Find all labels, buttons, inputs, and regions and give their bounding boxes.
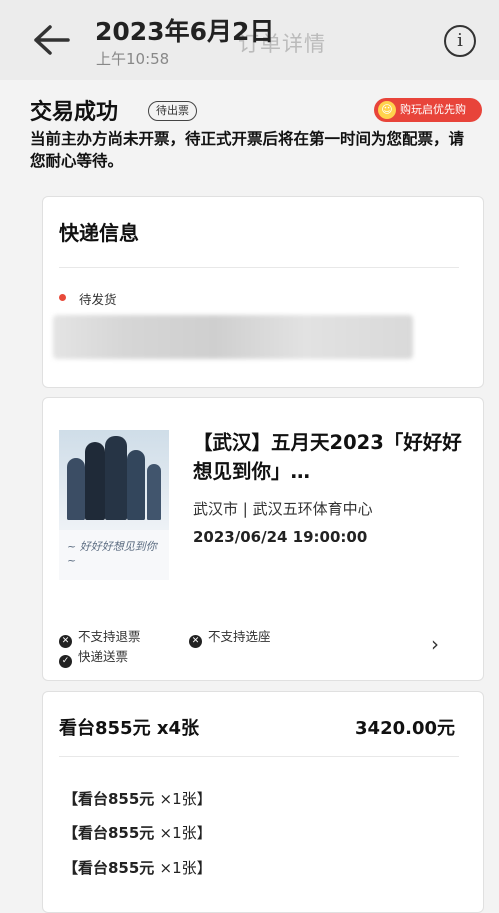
ticket-item: 【看台855元 ×1张】 [63, 790, 212, 808]
event-venue: 武汉市 | 武汉五环体育中心 [193, 500, 373, 518]
timestamp: 上午10:58 [96, 50, 170, 68]
ticket-item: 【看台855元 ×1张】 [63, 859, 212, 877]
event-poster: ~ 好好好想见到你 ~ [59, 430, 169, 580]
page-title: 2023年6月2日 [95, 17, 275, 46]
mascot-icon: ☺ [378, 101, 396, 119]
order-total: 3420.00元 [355, 718, 455, 739]
tag-no-seat-choice: ✕ 不支持选座 [189, 626, 271, 648]
tag-express-delivery: ✓ 快递送票 [59, 646, 128, 668]
event-title: 【武汉】五月天2023「好好好想见到你」… [193, 431, 462, 483]
promo-label: 购玩启优先购 [400, 103, 466, 116]
top-bar: 订单详情 2023年6月2日 上午10:58 i [0, 0, 499, 80]
check-circle-icon: ✓ [59, 655, 72, 668]
redacted-address [53, 315, 413, 359]
divider [59, 267, 459, 268]
status-notice: 当前主办方尚未开票，待正式开票后将在第一时间为您配票，请您耐心等待。 [30, 130, 465, 170]
status-badge: 待出票 [148, 101, 197, 121]
delivery-card: 快递信息 待发货 [42, 196, 484, 388]
event-datetime: 2023/06/24 19:00:00 [193, 528, 368, 546]
status-dot [59, 294, 66, 301]
promo-button[interactable]: ☺ 购玩启优先购 [374, 98, 482, 122]
chevron-right-icon[interactable]: › [431, 632, 439, 656]
x-circle-icon: ✕ [189, 635, 202, 648]
seat-summary: 看台855元 x4张 [59, 718, 199, 739]
divider [59, 756, 459, 757]
event-card[interactable]: ~ 好好好想见到你 ~ 【武汉】五月天2023「好好好想见到你」… 武汉市 | … [42, 397, 484, 681]
order-card: 看台855元 x4张 3420.00元 【看台855元 ×1张】 【看台855元… [42, 691, 484, 913]
tag-no-refund: ✕ 不支持退票 [59, 626, 141, 648]
info-icon[interactable]: i [444, 25, 476, 57]
shipping-status: 待发货 [79, 292, 117, 307]
ticket-item: 【看台855元 ×1张】 [63, 824, 212, 842]
delivery-title: 快递信息 [59, 221, 139, 245]
order-status: 交易成功 [30, 100, 119, 125]
back-arrow-icon[interactable] [28, 22, 72, 58]
